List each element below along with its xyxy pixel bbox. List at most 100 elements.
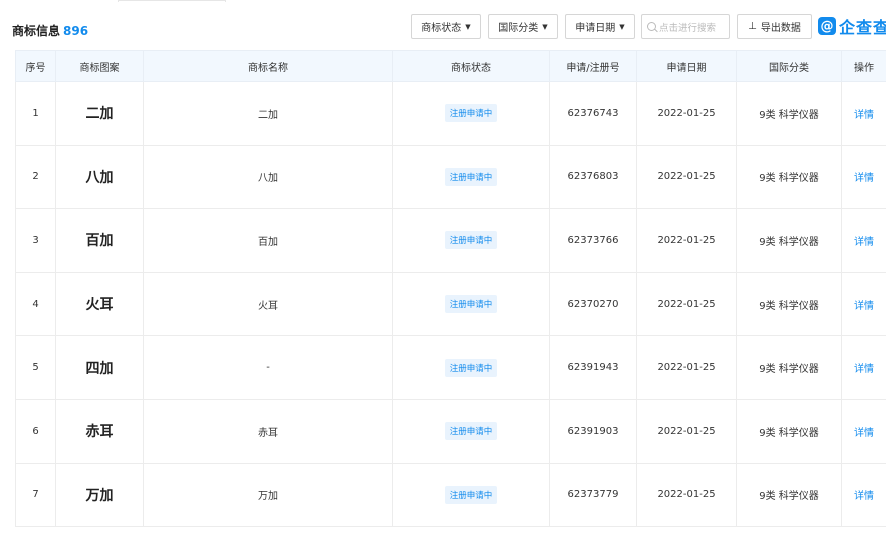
status-cell: 注册申请中: [392, 81, 550, 146]
table-row: 4 火耳 火耳 注册申请中 62370270 2022-01-25 9类 科学仪…: [15, 271, 886, 337]
trademark-pattern: 八加: [55, 144, 144, 210]
apply-date-filter-label: 申请日期: [575, 23, 616, 34]
intl-class: 9类 科学仪器: [736, 335, 842, 400]
status-cell: 注册申请中: [392, 462, 550, 528]
column-header: 申请日期: [636, 50, 737, 82]
registration-number: 62391943: [549, 335, 637, 400]
section-title: 商标信息 896: [12, 22, 88, 39]
registration-number: 62376743: [549, 81, 637, 146]
chevron-down-icon: ▼: [619, 22, 625, 31]
status-badge: 注册申请中: [444, 485, 498, 504]
table-row: 6 赤耳 赤耳 注册申请中 62391903 2022-01-25 9类 科学仪…: [15, 398, 886, 464]
row-index: 7: [15, 462, 56, 528]
status-cell: 注册申请中: [392, 271, 550, 337]
column-header: 序号: [15, 50, 56, 82]
column-header: 商标名称: [143, 50, 393, 82]
row-index: 6: [15, 398, 56, 464]
table-row: 2 八加 八加 注册申请中 62376803 2022-01-25 9类 科学仪…: [15, 144, 886, 210]
intl-class: 9类 科学仪器: [736, 144, 842, 210]
chevron-down-icon: ▼: [465, 22, 471, 31]
row-index: 3: [15, 208, 56, 273]
row-index: 1: [15, 81, 56, 146]
trademark-name: 百加: [143, 208, 393, 273]
status-cell: 注册申请中: [392, 398, 550, 464]
detail-link[interactable]: 详情: [854, 237, 874, 248]
logo-text: 企查查: [839, 18, 886, 37]
intl-class-filter-dropdown[interactable]: 国际分类 ▼: [488, 14, 558, 39]
action-cell: 详情: [841, 398, 886, 464]
apply-date: 2022-01-25: [636, 335, 737, 400]
status-cell: 注册申请中: [392, 335, 550, 400]
status-filter-label: 商标状态: [421, 23, 462, 34]
column-header: 国际分类: [736, 50, 842, 82]
brand-logo: @ 企查查: [818, 16, 886, 37]
status-badge: 注册申请中: [444, 422, 498, 441]
table-row: 5 四加 - 注册申请中 62391943 2022-01-25 9类 科学仪器…: [15, 335, 886, 400]
column-header: 商标图案: [55, 50, 144, 82]
intl-class: 9类 科学仪器: [736, 81, 842, 146]
section-title-text: 商标信息: [12, 24, 61, 38]
status-badge: 注册申请中: [444, 358, 498, 377]
status-badge: 注册申请中: [444, 104, 498, 123]
table-row: 1 二加 二加 注册申请中 62376743 2022-01-25 9类 科学仪…: [15, 81, 886, 146]
intl-class: 9类 科学仪器: [736, 271, 842, 337]
search-input[interactable]: 点击进行搜索: [641, 14, 730, 39]
apply-date: 2022-01-25: [636, 398, 737, 464]
detail-link[interactable]: 详情: [854, 428, 874, 439]
detail-link[interactable]: 详情: [854, 364, 874, 375]
row-index: 2: [15, 144, 56, 210]
search-icon: [647, 22, 656, 31]
action-cell: 详情: [841, 271, 886, 337]
registration-number: 62391903: [549, 398, 637, 464]
table-header-row: 序号 商标图案 商标名称 商标状态 申请/注册号 申请日期 国际分类 操作: [15, 50, 886, 82]
column-header: 商标状态: [392, 50, 550, 82]
action-cell: 详情: [841, 81, 886, 146]
action-cell: 详情: [841, 335, 886, 400]
download-icon: ⊥: [748, 21, 757, 32]
logo-icon: @: [818, 17, 836, 35]
apply-date: 2022-01-25: [636, 81, 737, 146]
trademark-name: 火耳: [143, 271, 393, 337]
detail-link[interactable]: 详情: [854, 491, 874, 502]
intl-class: 9类 科学仪器: [736, 398, 842, 464]
action-cell: 详情: [841, 462, 886, 528]
trademark-pattern: 万加: [55, 462, 144, 528]
trademark-name: 万加: [143, 462, 393, 528]
status-badge: 注册申请中: [444, 295, 498, 314]
registration-number: 62376803: [549, 144, 637, 210]
detail-link[interactable]: 详情: [854, 301, 874, 312]
trademark-count: 896: [63, 24, 89, 38]
detail-link[interactable]: 详情: [854, 173, 874, 184]
trademark-pattern: 四加: [55, 335, 144, 400]
intl-class: 9类 科学仪器: [736, 462, 842, 528]
search-placeholder: 点击进行搜索: [659, 22, 717, 34]
action-cell: 详情: [841, 144, 886, 210]
status-filter-dropdown[interactable]: 商标状态 ▼: [411, 14, 481, 39]
apply-date: 2022-01-25: [636, 271, 737, 337]
action-cell: 详情: [841, 208, 886, 273]
row-index: 5: [15, 335, 56, 400]
intl-class-filter-label: 国际分类: [498, 23, 539, 34]
trademark-pattern: 火耳: [55, 271, 144, 337]
table-row: 3 百加 百加 注册申请中 62373766 2022-01-25 9类 科学仪…: [15, 208, 886, 273]
trademark-pattern: 二加: [55, 81, 144, 146]
registration-number: 62373779: [549, 462, 637, 528]
trademark-name: 八加: [143, 144, 393, 210]
apply-date: 2022-01-25: [636, 462, 737, 528]
status-badge: 注册申请中: [444, 167, 498, 186]
apply-date-filter-dropdown[interactable]: 申请日期 ▼: [565, 14, 635, 39]
status-cell: 注册申请中: [392, 208, 550, 273]
trademark-pattern: 赤耳: [55, 398, 144, 464]
column-header: 申请/注册号: [549, 50, 637, 82]
registration-number: 62370270: [549, 271, 637, 337]
chevron-down-icon: ▼: [542, 22, 548, 31]
intl-class: 9类 科学仪器: [736, 208, 842, 273]
export-data-button[interactable]: ⊥ 导出数据: [737, 14, 812, 39]
trademark-name: -: [143, 335, 393, 400]
apply-date: 2022-01-25: [636, 144, 737, 210]
trademark-table: 序号 商标图案 商标名称 商标状态 申请/注册号 申请日期 国际分类 操作 1 …: [15, 50, 886, 528]
status-cell: 注册申请中: [392, 144, 550, 210]
trademark-name: 赤耳: [143, 398, 393, 464]
detail-link[interactable]: 详情: [854, 110, 874, 121]
registration-number: 62373766: [549, 208, 637, 273]
